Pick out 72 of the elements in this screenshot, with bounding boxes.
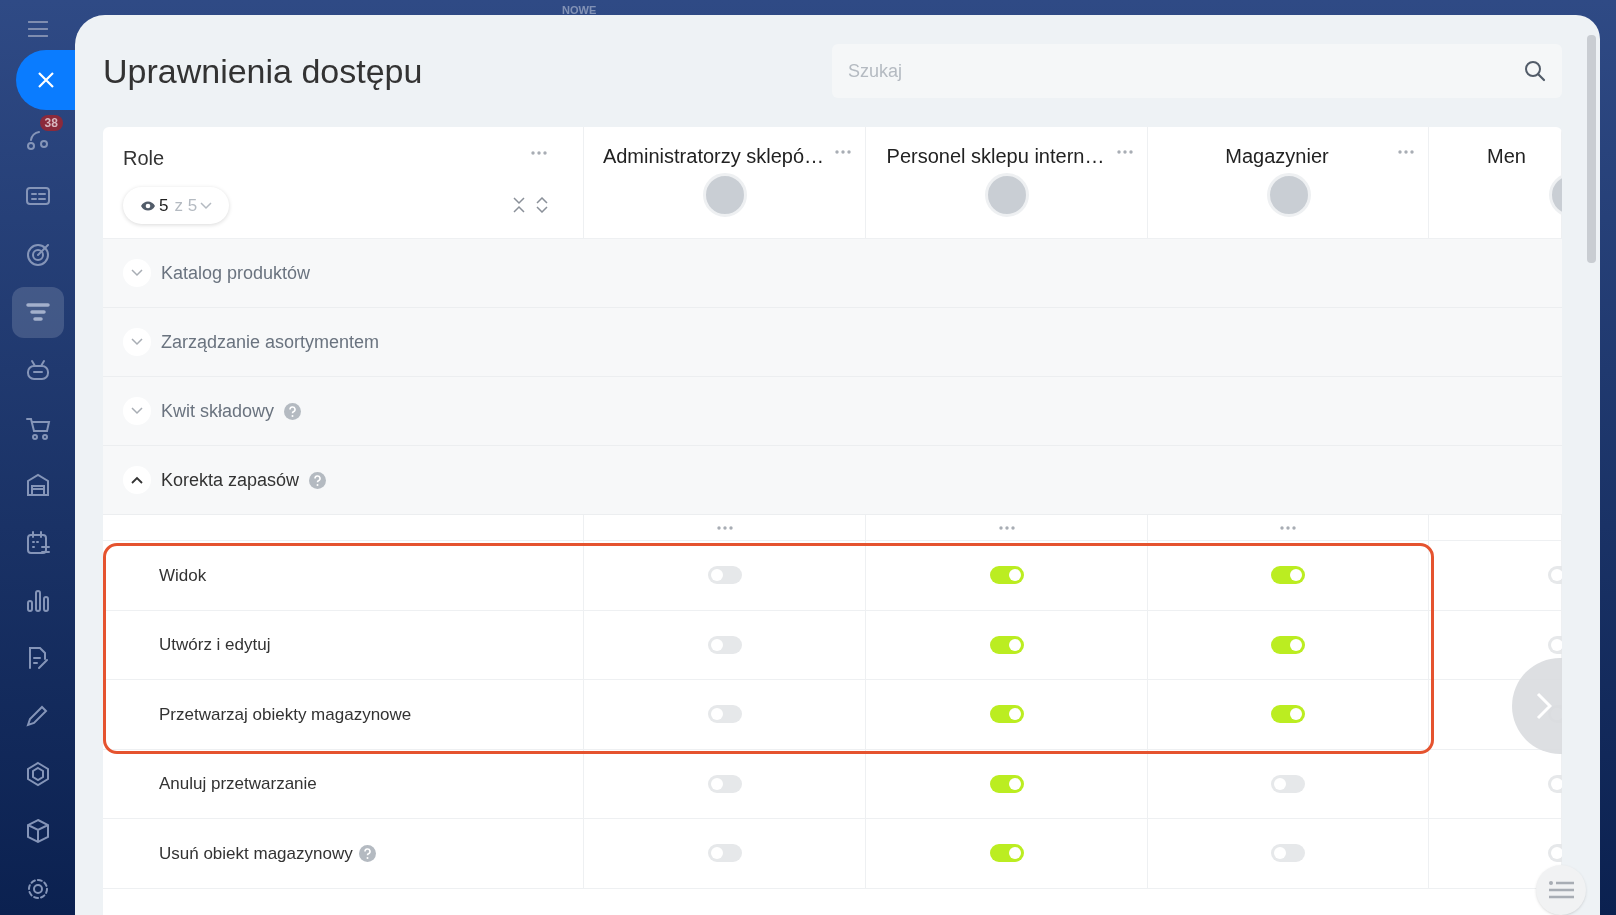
permission-label: Anuluj przetwarzanie [159, 773, 317, 795]
avatar [703, 173, 747, 217]
chevron-right-icon [1536, 692, 1552, 720]
section-toggle[interactable] [123, 466, 151, 494]
toggle-switch[interactable] [989, 566, 1024, 585]
more-icon [835, 150, 851, 154]
section-toggle[interactable] [123, 328, 151, 356]
section-title[interactable]: Kwit składowy [161, 397, 275, 425]
new-label: NOWE [562, 3, 597, 18]
permission-label: Utwórz i edytuj [159, 634, 271, 656]
scrollbar[interactable] [1587, 35, 1596, 263]
chevron-up-icon [131, 476, 143, 484]
toggle-switch[interactable] [989, 774, 1024, 793]
collapse-icon [513, 197, 525, 213]
permission-label: Widok [159, 564, 207, 587]
more-icon [998, 525, 1015, 530]
sidebar-item[interactable]: 38 [11, 113, 64, 166]
toggle-switch[interactable] [1271, 844, 1305, 863]
column-header: Magazynier [1224, 144, 1330, 169]
more-icon [1280, 525, 1296, 530]
search-field[interactable]: Szukaj [832, 44, 1562, 98]
permission-label: Usuń obiekt magazynowy [159, 842, 353, 865]
column-header: Administratorzy sklepó… [601, 144, 826, 169]
section-title[interactable]: Korekta zapasów [161, 466, 300, 494]
chevron-down-icon [131, 269, 143, 277]
more-icon [716, 525, 733, 530]
toggle-switch[interactable] [707, 705, 742, 724]
sidebar-item[interactable] [11, 286, 64, 339]
avatar [1267, 173, 1311, 217]
warehouse-icon [24, 472, 51, 499]
menu-icon [26, 20, 49, 38]
more-icon [1117, 150, 1133, 154]
toggle-switch[interactable] [707, 635, 742, 654]
bar-chart-icon [24, 587, 51, 614]
target-icon [24, 241, 51, 268]
avatar [985, 173, 1029, 217]
chevron-down-icon [131, 407, 143, 415]
section-toggle[interactable] [123, 397, 151, 425]
toggle-switch[interactable] [707, 566, 742, 585]
permission-label: Przetwarzaj obiekty magazynowe [159, 703, 412, 726]
toggle-switch[interactable] [989, 705, 1024, 724]
section-title[interactable]: Katalog produktów [161, 259, 311, 287]
chevron-down-icon [200, 201, 213, 210]
more-icon [531, 151, 547, 155]
toggle-switch[interactable] [707, 774, 742, 793]
section-title[interactable]: Zarządzanie asortymentem [161, 328, 380, 356]
search-icon [1524, 60, 1546, 82]
role-filter-dropdown[interactable]: 5 z 5 [123, 187, 230, 224]
toggle-switch[interactable] [1271, 566, 1305, 585]
column-header: Personel sklepu intern… [885, 144, 1106, 169]
box-icon [24, 818, 51, 845]
chevron-down-icon [131, 338, 143, 346]
toggle-switch[interactable] [1271, 635, 1305, 654]
toggle-switch[interactable] [1271, 774, 1305, 793]
close-button[interactable] [16, 49, 75, 110]
toggle-switch[interactable] [1271, 705, 1305, 724]
notification-badge: 38 [39, 114, 63, 131]
expand-icon [536, 197, 548, 213]
section-toggle[interactable] [123, 259, 151, 287]
hexagon-icon [24, 760, 51, 787]
toggle-switch[interactable] [989, 635, 1024, 654]
search-input[interactable]: Szukaj [848, 57, 1524, 85]
eye-icon [140, 199, 156, 212]
toggle-switch[interactable] [989, 844, 1024, 863]
calendar-icon [24, 530, 51, 557]
list-icon [1548, 880, 1574, 900]
close-icon [36, 70, 55, 89]
column-header: Role [123, 146, 165, 171]
toggle-switch[interactable] [707, 844, 742, 863]
page-title: Uprawnienia dostępu [103, 50, 424, 92]
more-icon [1398, 150, 1414, 154]
column-header: Men [1486, 144, 1527, 169]
